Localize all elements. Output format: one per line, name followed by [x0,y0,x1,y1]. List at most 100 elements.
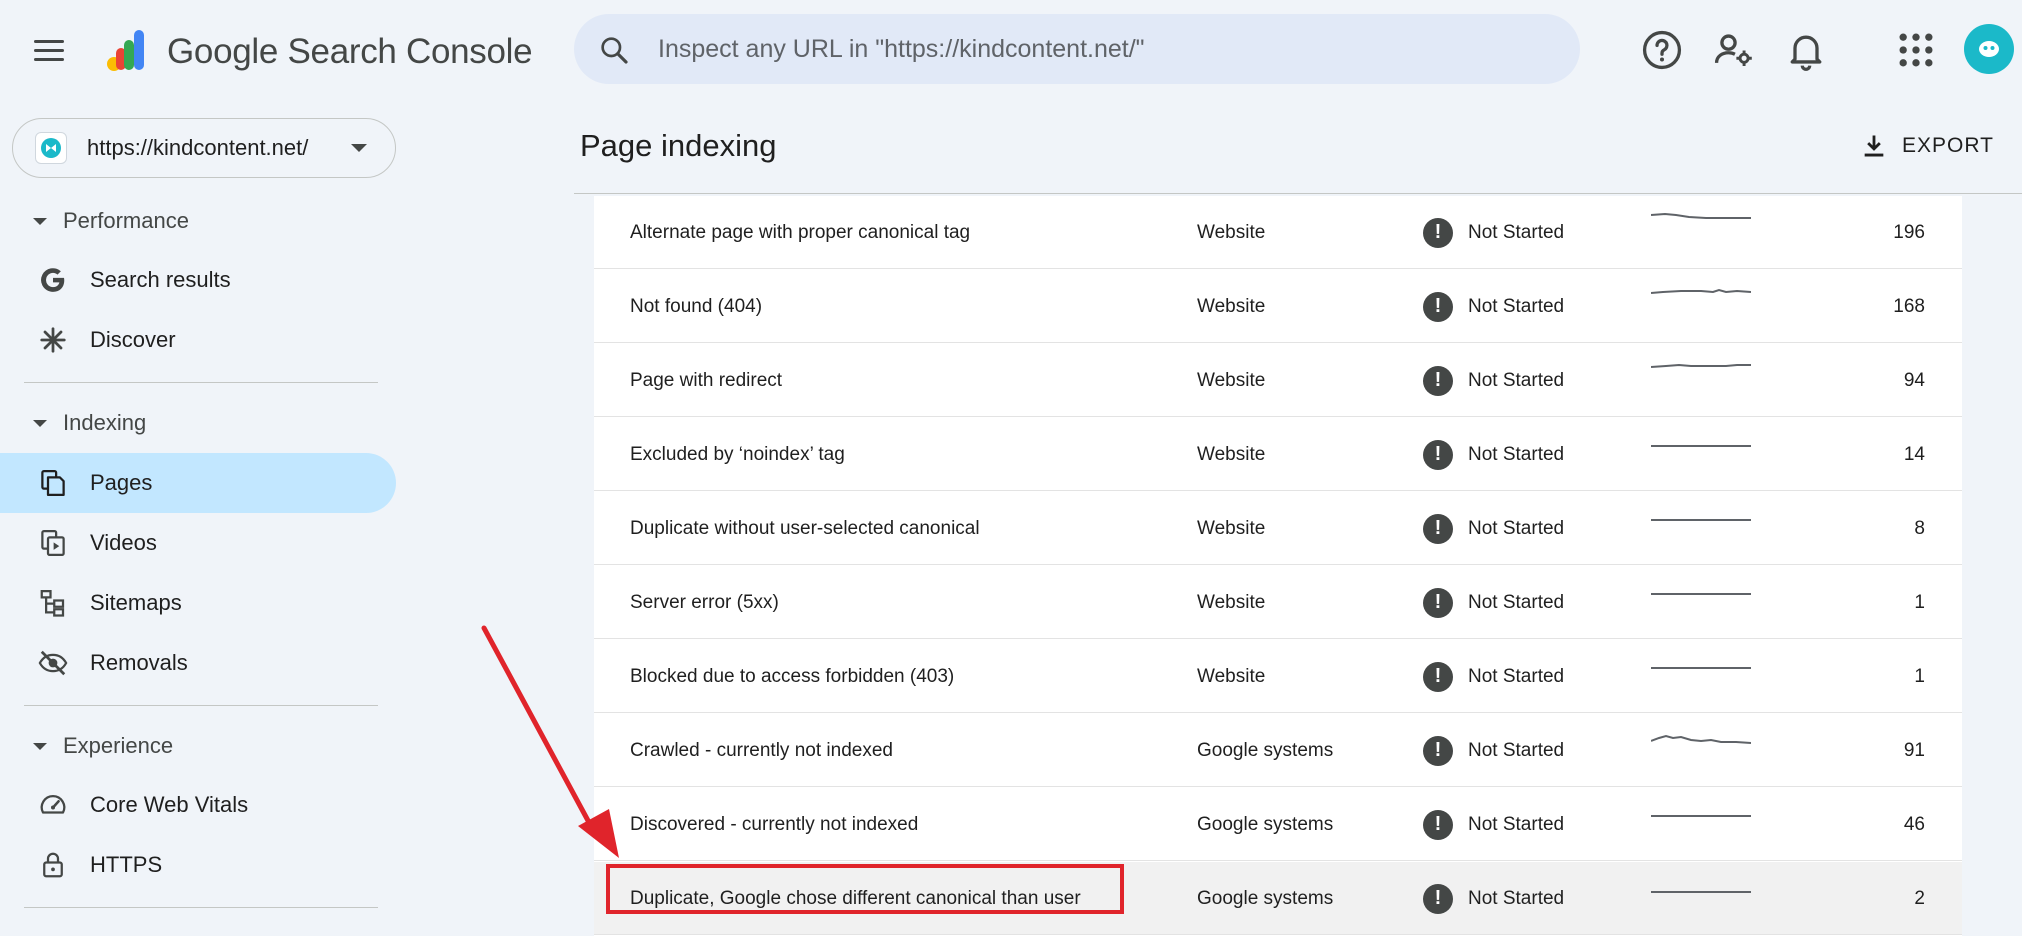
sidebar-item-https[interactable]: HTTPS [0,835,396,895]
row-reason: Duplicate without user-selected canonica… [630,517,980,539]
row-source: Website [1197,443,1266,465]
collapse-arrow-icon [33,217,47,225]
notifications-bell-icon[interactable] [1784,28,1828,72]
property-favicon-icon [35,132,67,164]
table-row[interactable]: Server error (5xx) Website ! Not Started … [594,566,1962,639]
row-validation: ! Not Started [1423,640,1564,713]
page-title: Page indexing [580,128,777,163]
app-title: Google Search Console [167,32,533,71]
sidebar-item-label: Sitemaps [90,590,182,615]
row-reason: Server error (5xx) [630,591,779,613]
validation-label: Not Started [1468,369,1565,391]
sidebar-item-search-results[interactable]: Search results [0,250,396,310]
row-validation: ! Not Started [1423,788,1564,861]
help-icon[interactable] [1640,28,1684,72]
trend-sparkline [1651,445,1751,447]
row-pages: 91 [1903,739,1925,761]
sidebar-divider [24,907,378,908]
row-reason: Blocked due to access forbidden (403) [630,665,955,687]
trend-sparkline [1651,288,1751,294]
table-row[interactable]: Excluded by ‘noindex’ tag Website ! Not S… [594,418,1962,491]
row-pages: 168 [1893,295,1925,317]
sidebar-item-label: Core Web Vitals [90,792,249,817]
sidebar-item-core-web-vitals[interactable]: Core Web Vitals [0,775,396,835]
trend-sparkline [1651,734,1751,744]
exclamation-icon: ! [1423,735,1453,766]
url-inspection-input[interactable] [658,14,1538,84]
row-pages: 8 [1914,517,1925,539]
table-row[interactable]: Blocked due to access forbidden (403) We… [594,640,1962,713]
sidebar-item-sitemaps[interactable]: Sitemaps [0,573,396,633]
property-selector[interactable]: https://kindcontent.net/ [12,118,396,178]
exclamation-icon: ! [1423,661,1453,692]
video-icon [41,530,65,556]
users-settings-icon[interactable] [1712,28,1756,72]
table-row[interactable]: Alternate page with proper canonical tag… [594,196,1962,269]
apps-grid-icon[interactable] [1894,28,1938,72]
lock-icon [43,852,63,878]
row-validation: ! Not Started [1423,196,1564,269]
header-divider [574,193,2022,194]
table-row[interactable]: Discovered - currently not indexed Googl… [594,788,1962,861]
row-validation: ! Not Started [1423,714,1564,787]
exclamation-icon: ! [1423,291,1453,322]
row-source: Website [1197,295,1266,317]
sidebar-item-label: Search results [90,267,231,292]
section-experience[interactable]: Experience [0,726,173,766]
section-label: Indexing [63,410,147,435]
section-indexing[interactable]: Indexing [0,403,146,443]
row-pages: 1 [1914,591,1925,613]
url-inspection-search[interactable] [574,14,1580,84]
account-avatar[interactable] [1964,24,2014,74]
reasons-table: Alternate page with proper canonical tag… [594,196,1962,936]
property-label: https://kindcontent.net/ [87,135,309,160]
validation-label: Not Started [1468,591,1565,613]
section-performance[interactable]: Performance [0,201,189,241]
row-validation: ! Not Started [1423,270,1564,343]
exclamation-icon: ! [1423,883,1453,914]
row-reason: Page with redirect [630,369,783,391]
sidebar-divider [24,382,378,383]
sitemap-icon [40,590,65,617]
validation-label: Not Started [1468,887,1565,909]
validation-label: Not Started [1468,295,1565,317]
validation-label: Not Started [1468,221,1565,243]
table-row[interactable]: Not found (404) Website ! Not Started 168 [594,270,1962,343]
sidebar-item-pages[interactable]: Pages [0,453,396,513]
sidebar-item-discover[interactable]: Discover [0,310,396,370]
table-row[interactable]: Duplicate, Google chose different canoni… [594,862,1962,935]
sidebar-item-removals[interactable]: Removals [0,633,396,693]
search-icon [601,37,628,64]
table-row[interactable]: Page with redirect Website ! Not Started … [594,344,1962,417]
speedometer-icon [40,795,66,814]
row-validation: ! Not Started [1423,862,1564,935]
export-label: EXPORT [1902,134,1994,157]
row-validation: ! Not Started [1423,418,1564,491]
trend-sparkline [1651,519,1751,521]
eye-off-icon [38,650,68,676]
exclamation-icon: ! [1423,365,1453,396]
row-source: Website [1197,369,1266,391]
sidebar-item-label: Removals [90,650,188,675]
row-reason: Alternate page with proper canonical tag [630,221,971,243]
row-reason: Excluded by ‘noindex’ tag [630,443,845,465]
google-g-icon [41,268,65,292]
chevron-down-icon [351,144,367,152]
row-source: Website [1197,517,1266,539]
exclamation-icon: ! [1423,439,1453,470]
export-button[interactable]: EXPORT [1860,126,1994,166]
sidebar-item-videos[interactable]: Videos [0,513,396,573]
row-source: Website [1197,221,1266,243]
section-label: Experience [63,733,174,758]
sidebar-item-label: HTTPS [90,852,163,877]
search-console-logo-icon [107,30,144,71]
trend-sparkline [1651,363,1751,368]
main-menu-button[interactable] [34,30,74,70]
row-pages: 94 [1903,369,1925,391]
trend-sparkline [1651,212,1751,219]
trend-sparkline [1651,815,1751,817]
table-row[interactable]: Crawled - currently not indexed Google s… [594,714,1962,787]
row-validation: ! Not Started [1423,344,1564,417]
table-row[interactable]: Duplicate without user-selected canonica… [594,492,1962,565]
collapse-arrow-icon [33,419,47,427]
